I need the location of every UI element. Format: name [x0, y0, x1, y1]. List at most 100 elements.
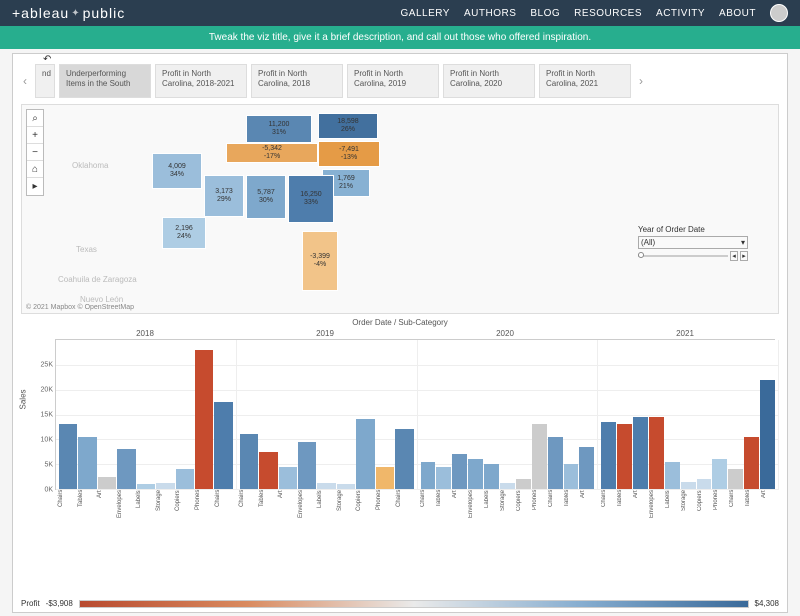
bar-mark[interactable] — [259, 452, 277, 489]
x-tick: Chairs — [239, 490, 258, 522]
bar-mark[interactable] — [356, 419, 374, 489]
bar-mark[interactable] — [760, 380, 775, 489]
bar-mark[interactable] — [712, 459, 727, 489]
year-group — [56, 340, 237, 489]
x-tick: Chairs — [601, 490, 616, 522]
x-tick: Tables — [259, 490, 278, 522]
bar-mark[interactable] — [59, 424, 77, 489]
x-tick: Storage — [156, 490, 175, 522]
bar-mark[interactable] — [564, 464, 579, 489]
bar-mark[interactable] — [633, 417, 648, 489]
state-mark[interactable]: 3,17329% — [204, 175, 244, 217]
bar-mark[interactable] — [697, 479, 712, 489]
x-tick: Chairs — [58, 490, 77, 522]
legend-min: -$3,908 — [46, 599, 73, 608]
year-header: 2018 — [55, 329, 235, 340]
slider-thumb[interactable] — [638, 252, 644, 258]
story-tab[interactable]: Profit in North Carolina, 2021 — [539, 64, 631, 98]
bar-mark[interactable] — [579, 447, 594, 489]
state-mark[interactable]: -7,491-13% — [318, 141, 380, 167]
bar-mark[interactable] — [744, 437, 759, 489]
story-prev[interactable]: ‹ — [19, 74, 31, 88]
x-tick: Tables — [78, 490, 97, 522]
bar-mark[interactable] — [117, 449, 135, 489]
nav-gallery[interactable]: GALLERY — [401, 8, 450, 19]
legend-label: Profit — [21, 599, 40, 608]
legend-max: $4,308 — [755, 599, 779, 608]
state-mark[interactable]: -5,342-17% — [226, 143, 318, 163]
bar-mark[interactable] — [298, 442, 316, 489]
nav-resources[interactable]: RESOURCES — [574, 8, 642, 19]
bar-mark[interactable] — [78, 437, 96, 489]
avatar[interactable] — [770, 4, 788, 22]
x-tick: Labels — [136, 490, 155, 522]
state-mark[interactable]: 5,78730% — [246, 175, 286, 219]
story-tab[interactable]: Underperforming Items in the South — [59, 64, 151, 98]
bar-mark[interactable] — [279, 467, 297, 489]
story-tab[interactable]: Profit in North Carolina, 2018 — [251, 64, 343, 98]
x-tick: Chairs — [729, 490, 744, 522]
bar-mark[interactable] — [176, 469, 194, 489]
plot-area[interactable] — [55, 340, 779, 490]
filter-slider[interactable]: ◂ ▸ — [638, 251, 748, 261]
story-tab[interactable]: Profit in North Carolina, 2020 — [443, 64, 535, 98]
bar-mark[interactable] — [421, 462, 436, 489]
story-tab[interactable]: Profit in North Carolina, 2018-2021 — [155, 64, 247, 98]
map-basemap: OklahomaTexasCoahuila de ZaragozaNuevo L… — [22, 105, 778, 313]
bar-mark[interactable] — [601, 422, 616, 489]
bar-mark[interactable] — [137, 484, 155, 489]
bar-mark[interactable] — [500, 483, 515, 489]
bar-mark[interactable] — [156, 483, 174, 489]
year-header: 2020 — [415, 329, 595, 340]
year-headers: 2018201920202021 — [55, 329, 775, 340]
state-mark[interactable]: 4,00934% — [152, 153, 202, 189]
bar-mark[interactable] — [452, 454, 467, 489]
bar-mark[interactable] — [649, 417, 664, 489]
story-tab[interactable]: nd — [35, 64, 55, 98]
basemap-label: Oklahoma — [72, 161, 108, 170]
bar-mark[interactable] — [728, 469, 743, 489]
bar-mark[interactable] — [214, 402, 232, 489]
bar-mark[interactable] — [617, 424, 632, 489]
bar-mark[interactable] — [516, 479, 531, 489]
bar-mark[interactable] — [337, 484, 355, 489]
x-cat-group: ChairsTablesArtEnvelopesLabelsStorageCop… — [55, 490, 236, 522]
nav-activity[interactable]: ACTIVITY — [656, 8, 705, 19]
map[interactable]: ⌕ + − ⌂ ▸ OklahomaTexasCoahuila de Zarag… — [21, 104, 779, 314]
bar-mark[interactable] — [395, 429, 413, 489]
nav-about[interactable]: ABOUT — [719, 8, 756, 19]
slider-next[interactable]: ▸ — [740, 251, 748, 261]
story-tab[interactable]: Profit in North Carolina, 2019 — [347, 64, 439, 98]
bar-mark[interactable] — [376, 467, 394, 489]
state-mark[interactable]: 18,59826% — [318, 113, 378, 139]
bar-mark[interactable] — [665, 462, 680, 489]
slider-prev[interactable]: ◂ — [730, 251, 738, 261]
chevron-down-icon: ▾ — [741, 238, 745, 247]
bar-mark[interactable] — [436, 467, 451, 489]
x-tick: Art — [452, 490, 467, 522]
logo[interactable]: +ableau ✦ public — [12, 5, 125, 21]
bar-mark[interactable] — [484, 464, 499, 489]
bar-mark[interactable] — [681, 482, 696, 489]
x-axis: ChairsTablesArtEnvelopesLabelsStorageCop… — [55, 490, 779, 522]
state-mark[interactable]: 16,25033% — [288, 175, 334, 223]
story-next[interactable]: › — [635, 74, 647, 88]
state-mark[interactable]: 11,20031% — [246, 115, 312, 143]
bar-mark[interactable] — [548, 437, 563, 489]
x-tick: Storage — [337, 490, 356, 522]
bar-mark[interactable] — [195, 350, 213, 489]
slider-track[interactable] — [638, 255, 728, 257]
bar-mark[interactable] — [317, 483, 335, 489]
bar-mark[interactable] — [240, 434, 258, 489]
y-tick: 10K — [41, 437, 53, 444]
nav-authors[interactable]: AUTHORS — [464, 8, 516, 19]
bar-mark[interactable] — [532, 424, 547, 489]
nav-blog[interactable]: BLOG — [530, 8, 560, 19]
bar-mark[interactable] — [98, 477, 116, 489]
state-mark[interactable]: -3,399-4% — [302, 231, 338, 291]
filter-dropdown[interactable]: (All) ▾ — [638, 236, 748, 249]
x-tick: Envelopes — [649, 490, 664, 522]
legend-gradient — [79, 600, 749, 608]
bar-mark[interactable] — [468, 459, 483, 489]
state-mark[interactable]: 2,19624% — [162, 217, 206, 249]
